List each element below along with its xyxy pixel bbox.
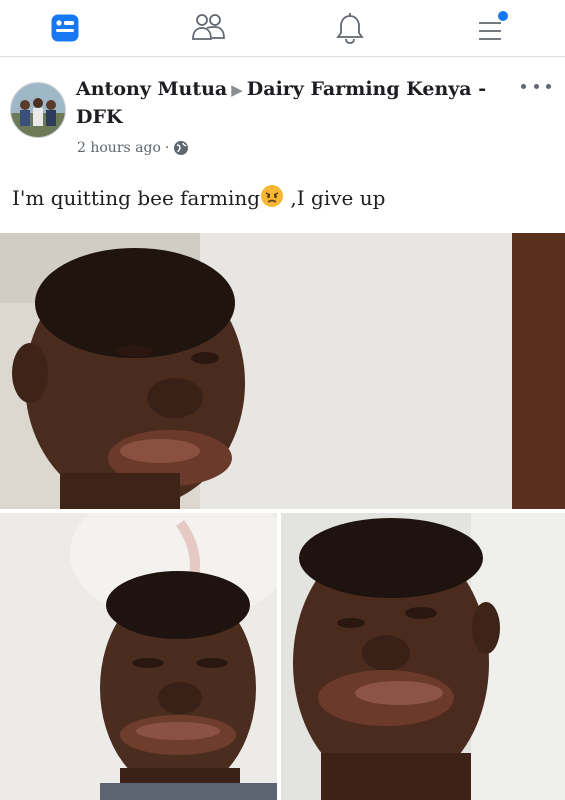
friends-icon: [192, 14, 225, 40]
post-author-line: Antony Mutua ▶ Dairy Farming Kenya - DFK: [76, 76, 496, 131]
feed-icon: [51, 14, 79, 42]
nav-menu-tab[interactable]: [462, 0, 522, 56]
angry-face-emoji-icon: [261, 185, 284, 207]
top-navigation-bar: [0, 0, 565, 57]
photo-bottom-left[interactable]: [0, 513, 277, 800]
author-avatar[interactable]: [10, 82, 66, 138]
more-dot-icon: [546, 83, 551, 89]
menu-icon: [479, 11, 508, 40]
more-dot-icon: [533, 83, 539, 89]
nav-feed-tab[interactable]: [35, 0, 95, 56]
photo-top[interactable]: [0, 233, 565, 509]
globe-icon: [174, 141, 189, 155]
post-meta: 2 hours ago ·: [77, 140, 189, 156]
post-timestamp[interactable]: 2 hours ago: [77, 140, 161, 156]
post-text-main: I'm quitting bee farming: [12, 186, 261, 210]
menu-notification-badge: [498, 11, 508, 21]
nav-notifications-tab[interactable]: [320, 0, 380, 56]
post-options-button[interactable]: [521, 76, 551, 96]
meta-separator: ·: [164, 140, 170, 156]
arrow-right-icon: ▶: [231, 81, 243, 99]
more-dot-icon: [521, 83, 526, 89]
post-header: Antony Mutua ▶ Dairy Farming Kenya - DFK 2…: [0, 62, 565, 172]
post-text-tail: ,I give up: [284, 186, 386, 210]
author-name-link[interactable]: Antony Mutua: [76, 78, 227, 100]
nav-friends-tab[interactable]: [178, 0, 238, 56]
photo-bottom-right[interactable]: [281, 513, 565, 800]
post-text: I'm quitting bee farming ,I give up: [12, 184, 552, 210]
notifications-bell-icon: [336, 13, 364, 44]
